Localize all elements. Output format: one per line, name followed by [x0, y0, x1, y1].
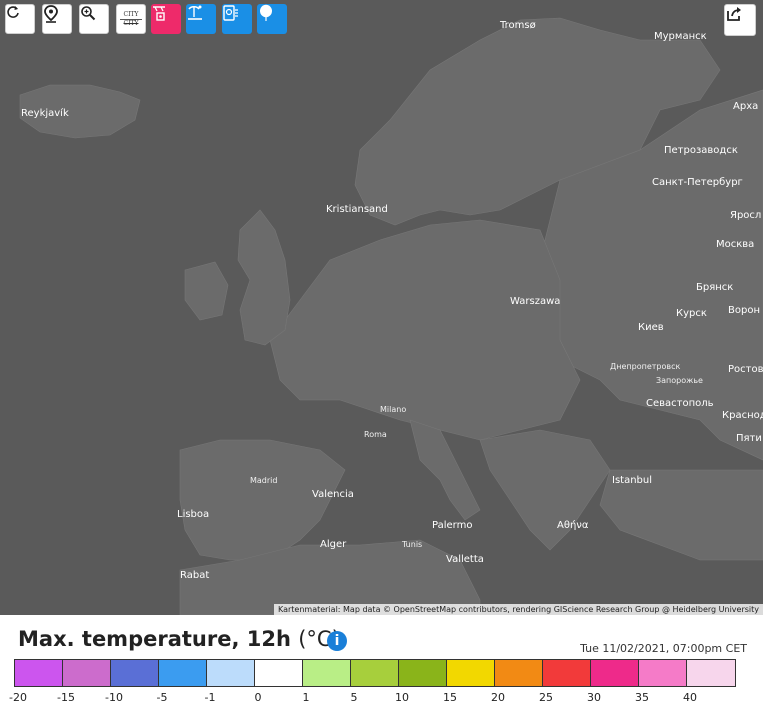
scale-tick-label: -1 [204, 691, 216, 704]
place-kristiansand: Kristiansand [326, 204, 388, 215]
scale-segment [495, 660, 543, 686]
place-bryansk: Брянск [696, 282, 734, 293]
scale-segment [639, 660, 687, 686]
scale-tick-label: 15 [443, 691, 457, 704]
legend-title-text: Max. temperature, 12h [18, 627, 291, 651]
temperature-scale-labels: -20 -15 -10 -5 -1 0 1 5 10 15 20 25 30 35 40 [0, 691, 763, 705]
scale-segment [399, 660, 447, 686]
forecast-timestamp: Tue 11/02/2021, 07:00pm CET [580, 642, 747, 655]
location-button[interactable] [42, 4, 72, 34]
refresh-button[interactable] [5, 4, 35, 34]
place-valencia: Valencia [312, 489, 354, 500]
place-voronezh: Ворон [728, 305, 760, 316]
zoom-search-button[interactable] [79, 4, 109, 34]
place-pyatigorsk: Пяти [736, 433, 762, 444]
place-roma: Roma [364, 430, 387, 439]
info-icon: i [334, 633, 340, 649]
scale-tick-label: -15 [57, 691, 75, 704]
scale-tick-label: 25 [539, 691, 553, 704]
scale-tick-label: 35 [635, 691, 649, 704]
land-shape [237, 209, 291, 346]
scale-segment [303, 660, 351, 686]
land-shape [269, 219, 581, 441]
scale-tick-label: 10 [395, 691, 409, 704]
scale-segment [63, 660, 111, 686]
place-reykjavik: Reykjavík [21, 108, 69, 119]
place-milano: Milano [380, 405, 407, 414]
city-sub-label: CITY [123, 20, 139, 27]
weather-map[interactable]: Reykjavík Tromsø Мурманск Арха Петрозаво… [0, 0, 763, 615]
place-valletta: Valletta [446, 554, 484, 565]
land-shape [184, 261, 229, 321]
scale-tick-label: 40 [683, 691, 697, 704]
place-rostov: Ростов [728, 364, 763, 375]
scale-segment [591, 660, 639, 686]
map-attribution[interactable]: Kartenmaterial: Map data © OpenStreetMap… [273, 604, 763, 615]
scale-segment [111, 660, 159, 686]
place-arkhangelsk: Арха [733, 101, 759, 112]
place-rabat: Rabat [180, 570, 210, 581]
scale-segment [543, 660, 591, 686]
scale-tick-label: -10 [105, 691, 123, 704]
legend-title: Max. temperature, 12h (°C) [18, 627, 340, 651]
place-kyiv: Киев [638, 322, 664, 333]
scale-segment [447, 660, 495, 686]
place-sevastopol: Севастополь [646, 398, 714, 409]
scale-tick-label: 20 [491, 691, 505, 704]
scale-tick-label: 0 [254, 691, 262, 704]
place-zaporizhzhia: Запорожье [656, 376, 703, 385]
place-moscow: Москва [716, 239, 755, 250]
scale-tick-label: 5 [350, 691, 358, 704]
station-button[interactable] [222, 4, 252, 34]
scale-tick-label: 1 [302, 691, 310, 704]
place-tunis: Tunis [402, 540, 423, 549]
share-button[interactable] [724, 4, 756, 36]
place-tromso: Tromsø [500, 20, 536, 31]
beach-button[interactable] [186, 4, 216, 34]
temperature-color-scale [14, 659, 736, 687]
scale-tick-label: 30 [587, 691, 601, 704]
scale-tick-label: -5 [156, 691, 168, 704]
scale-segment [687, 660, 735, 686]
scale-segment [351, 660, 399, 686]
place-istanbul: Istanbul [612, 475, 653, 486]
place-murmansk: Мурманск [654, 31, 707, 42]
place-palermo: Palermo [432, 520, 473, 531]
scale-tick-label: -20 [9, 691, 27, 704]
scale-segment [159, 660, 207, 686]
place-petrozavodsk: Петрозаводск [664, 145, 738, 156]
info-button[interactable]: i [327, 631, 347, 651]
scale-segment [255, 660, 303, 686]
wind-marker-button[interactable] [151, 4, 181, 34]
place-dnipro: Днепропетровск [610, 362, 681, 371]
place-alger: Alger [320, 539, 347, 550]
place-athens: Αθήνα [557, 520, 589, 531]
land-shape [479, 429, 611, 551]
place-warszawa: Warszawa [510, 296, 561, 307]
place-yaroslavl: Яросл [730, 210, 762, 221]
city-label: CITY [123, 11, 139, 18]
map-canvas[interactable] [0, 0, 763, 615]
place-st-petersburg: Санкт-Петербург [652, 177, 743, 188]
place-kursk: Курск [676, 308, 707, 319]
scale-segment [15, 660, 63, 686]
city-button[interactable]: CITY CITY [116, 4, 146, 34]
place-krasnodar: Краснод [722, 410, 763, 421]
place-madrid: Madrid [250, 476, 278, 485]
scale-segment [207, 660, 255, 686]
place-lisboa: Lisboa [177, 509, 210, 520]
balloon-button[interactable] [257, 4, 287, 34]
